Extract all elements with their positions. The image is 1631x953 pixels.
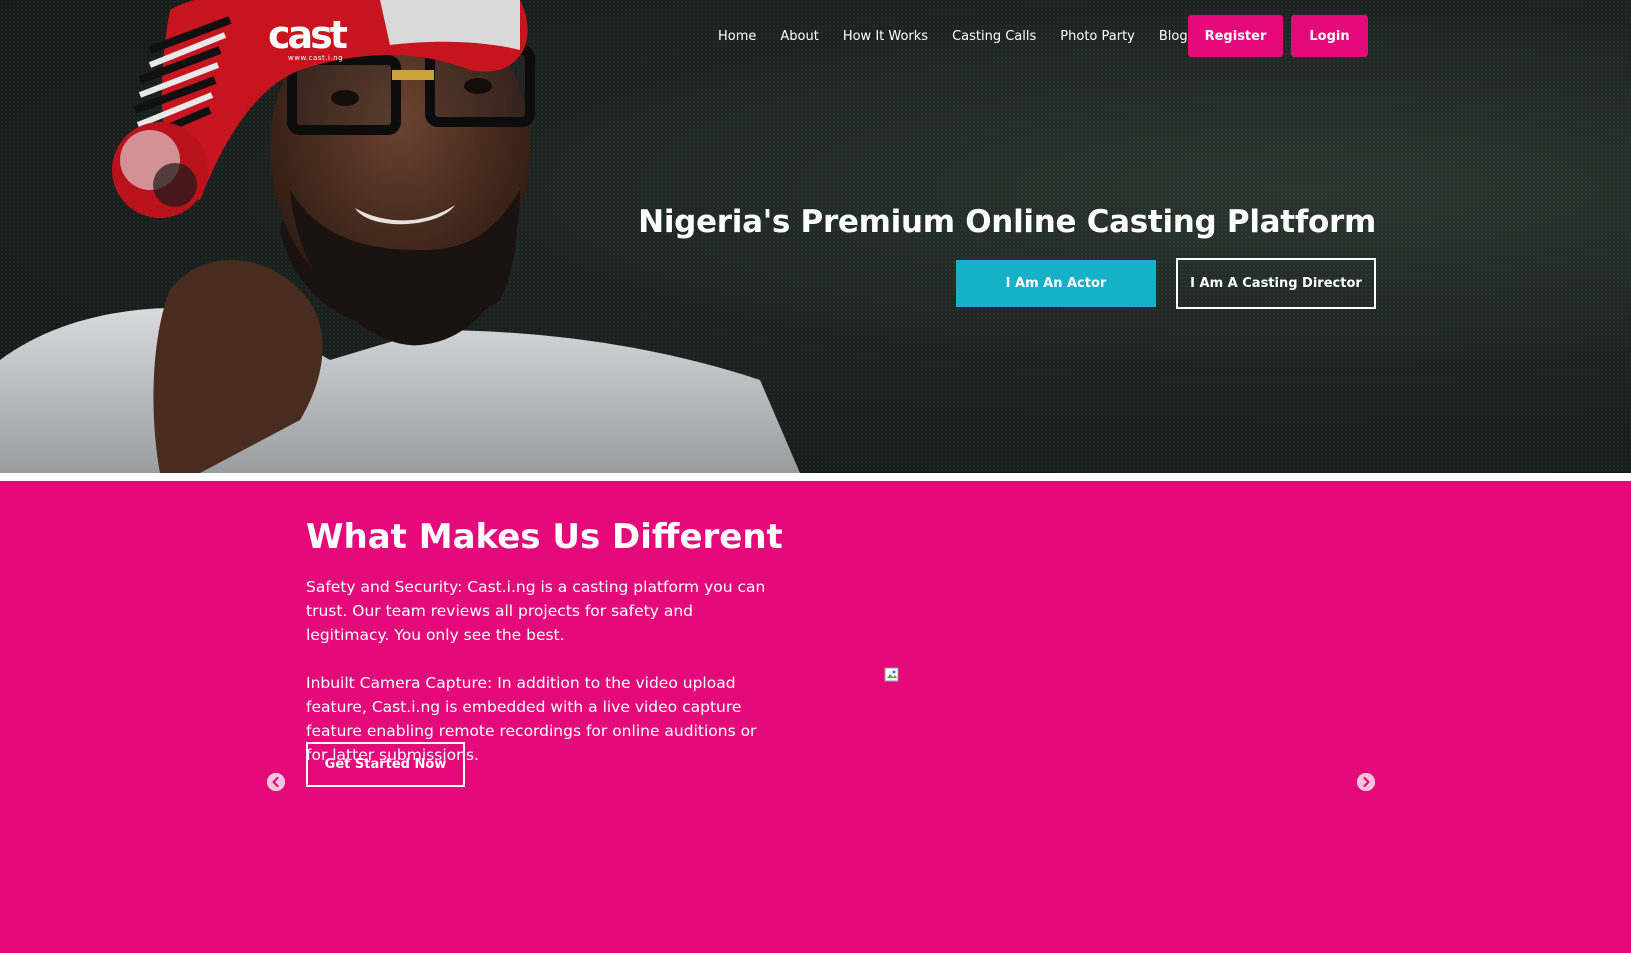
logo-subtext: www.cast.i.ng bbox=[288, 54, 344, 62]
nav-link-home[interactable]: Home bbox=[718, 29, 756, 44]
feature-paragraph-safety: Safety and Security: Cast.i.ng is a cast… bbox=[306, 578, 766, 644]
chevron-left-circle-icon bbox=[267, 773, 285, 791]
get-started-button[interactable]: Get Started Now bbox=[306, 742, 465, 787]
site-logo[interactable]: cast www.cast.i.ng bbox=[268, 12, 354, 64]
nav-link-blog[interactable]: Blog bbox=[1159, 29, 1188, 44]
different-section: What Makes Us Different Safety and Secur… bbox=[0, 481, 1631, 953]
carousel-next-button[interactable] bbox=[1357, 773, 1375, 791]
actor-button[interactable]: I Am An Actor bbox=[956, 260, 1156, 307]
nav-link-how-it-works[interactable]: How It Works bbox=[843, 29, 928, 44]
hero-title: Nigeria's Premium Online Casting Platfor… bbox=[638, 204, 1376, 240]
logo-wordmark: cast bbox=[268, 13, 348, 57]
nav-link-casting-calls[interactable]: Casting Calls bbox=[952, 29, 1036, 44]
chevron-right-circle-icon bbox=[1357, 773, 1375, 791]
different-title: What Makes Us Different bbox=[306, 517, 783, 557]
casting-director-button[interactable]: I Am A Casting Director bbox=[1176, 258, 1376, 309]
broken-image-icon bbox=[884, 667, 899, 682]
register-button[interactable]: Register bbox=[1188, 15, 1283, 57]
nav-link-about[interactable]: About bbox=[780, 29, 818, 44]
login-button[interactable]: Login bbox=[1291, 15, 1368, 57]
hero-section: cast www.cast.i.ng Home About How It Wor… bbox=[0, 0, 1631, 473]
carousel-prev-button[interactable] bbox=[267, 773, 285, 791]
main-nav: Home About How It Works Casting Calls Ph… bbox=[718, 15, 1205, 57]
nav-link-photo-party[interactable]: Photo Party bbox=[1060, 29, 1135, 44]
